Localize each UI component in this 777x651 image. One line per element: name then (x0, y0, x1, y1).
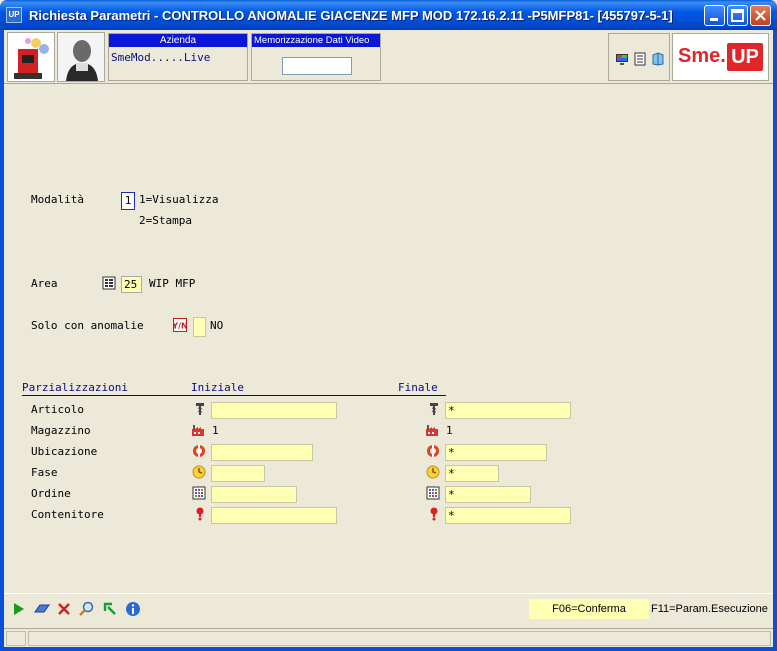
parzializzazioni-header: Parzializzazioni (22, 381, 128, 394)
svg-text:Y/N: Y/N (173, 322, 187, 331)
articolo-end-input[interactable]: * (445, 402, 571, 419)
azienda-value: SmeMod.....Live (111, 51, 211, 64)
contenitore-end-input[interactable]: * (445, 507, 571, 524)
play-icon[interactable] (12, 602, 26, 616)
clock-icon[interactable] (426, 465, 440, 479)
book-icon[interactable] (651, 52, 665, 66)
anomalie-label: Solo con anomalie (31, 319, 144, 332)
anomalie-input[interactable] (193, 317, 206, 337)
exclamation-icon[interactable] (193, 507, 207, 521)
anomalie-description: NO (210, 319, 224, 332)
factory-icon[interactable] (425, 423, 439, 437)
monitor-icon[interactable] (615, 52, 629, 66)
status-cell (6, 631, 26, 646)
robot-icon (14, 38, 49, 79)
option-stampa: 2=Stampa (139, 214, 192, 227)
memo-input[interactable] (282, 57, 352, 75)
lifebuoy-icon[interactable] (426, 444, 440, 458)
header-bar: Azienda SmeMod.....Live Memorizzazione D… (4, 30, 773, 84)
memo-panel: Memorizzazione Dati Video (251, 33, 381, 81)
maximize-icon (731, 9, 744, 22)
param-execution-button[interactable]: F11=Param.Esecuzione (651, 599, 768, 619)
ubicazione-end-input[interactable]: * (445, 444, 547, 461)
row-label-ordine: Ordine (31, 487, 71, 500)
close-window-button[interactable] (750, 5, 771, 26)
azienda-panel: Azienda SmeMod.....Live (108, 33, 248, 81)
articolo-start-input[interactable] (211, 402, 337, 419)
modalita-input[interactable]: 1 (121, 192, 135, 210)
ordine-end-input[interactable]: * (445, 486, 531, 503)
ubicazione-start-input[interactable] (211, 444, 313, 461)
modalita-label: Modalità (31, 193, 84, 206)
window-frame-right (773, 30, 777, 651)
minimize-icon (710, 18, 718, 21)
info-icon[interactable] (125, 601, 141, 617)
smeup-logo: Sme. UP (672, 33, 769, 81)
header-underline (22, 395, 446, 396)
fase-start-input[interactable] (211, 465, 265, 482)
contenitore-start-input[interactable] (211, 507, 337, 524)
app-icon: UP (6, 7, 22, 23)
brand-up: UP (727, 43, 763, 71)
magazzino-end-value: 1 (446, 424, 453, 437)
area-description: WIP MFP (149, 277, 196, 290)
clock-icon[interactable] (192, 465, 206, 479)
screw-icon[interactable] (193, 402, 207, 416)
cancel-icon[interactable] (57, 602, 71, 616)
magnifier-icon[interactable] (79, 601, 95, 617)
yes-no-icon[interactable]: Y/N (173, 318, 187, 332)
exclamation-icon[interactable] (427, 507, 441, 521)
area-label: Area (31, 277, 58, 290)
row-label-articolo: Articolo (31, 403, 84, 416)
row-label-contenitore: Contenitore (31, 508, 104, 521)
row-label-fase: Fase (31, 466, 58, 479)
screw-icon[interactable] (427, 402, 441, 416)
ordine-start-input[interactable] (211, 486, 297, 503)
avatar-icon (58, 33, 104, 81)
row-label-ubicazione: Ubicazione (31, 445, 98, 458)
maximize-button[interactable] (727, 5, 748, 26)
minimize-button[interactable] (704, 5, 725, 26)
iniziale-header: Iniziale (191, 381, 244, 394)
list-icon[interactable] (102, 276, 116, 290)
finale-header: Finale (398, 381, 438, 394)
title-bar: UP Richiesta Parametri - CONTROLLO ANOMA… (0, 0, 777, 30)
factory-icon[interactable] (191, 423, 205, 437)
option-visualizza: 1=Visualizza (139, 193, 219, 206)
command-bar: F06=Conferma F11=Param.Esecuzione (4, 593, 773, 627)
area-input[interactable]: 25 (121, 276, 142, 293)
eraser-icon[interactable] (34, 602, 50, 616)
user-avatar[interactable] (57, 32, 105, 82)
window-title: Richiesta Parametri - CONTROLLO ANOMALIE… (29, 8, 673, 23)
lifebuoy-icon[interactable] (192, 444, 206, 458)
window-frame-bottom (0, 647, 777, 651)
status-bar (4, 628, 773, 647)
row-label-magazzino: Magazzino (31, 424, 91, 437)
azienda-label: Azienda (109, 34, 247, 47)
grid-icon[interactable] (426, 486, 440, 500)
status-cell (28, 631, 771, 646)
memo-label: Memorizzazione Dati Video (252, 34, 380, 47)
confirm-button[interactable]: F06=Conferma (529, 599, 649, 619)
fase-end-input[interactable]: * (445, 465, 499, 482)
brand-text: Sme. (678, 45, 726, 67)
grid-icon[interactable] (192, 486, 206, 500)
back-arrow-icon[interactable] (102, 601, 118, 617)
robot-logo[interactable] (7, 32, 55, 82)
magazzino-start-value: 1 (212, 424, 219, 437)
close-icon (755, 10, 766, 21)
tool-icons (608, 33, 670, 81)
document-icon[interactable] (633, 52, 647, 66)
main-form: Modalità 1 1=Visualizza 2=Stampa Area 25… (4, 85, 773, 593)
